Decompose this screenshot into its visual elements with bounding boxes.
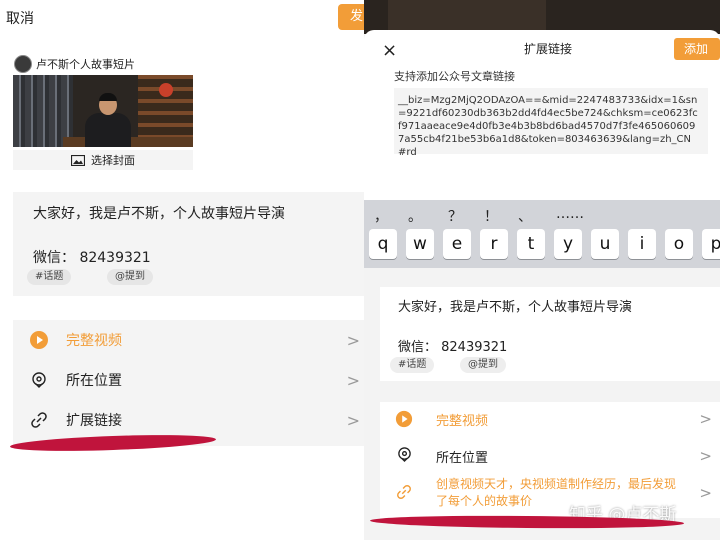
chevron-right-icon: > [699, 447, 712, 465]
location-label: 所在位置 [436, 451, 489, 466]
chevron-right-icon: > [699, 410, 712, 428]
background-video-strip [364, 0, 720, 34]
mention-tag-button[interactable]: @提到 [107, 269, 153, 285]
extended-link-row[interactable]: 扩展链接 > [13, 400, 364, 440]
key-ellipsis[interactable]: …… [556, 206, 584, 222]
key-u[interactable]: u [591, 229, 619, 259]
chevron-right-icon: > [699, 484, 712, 502]
play-icon [28, 330, 50, 350]
description-text: 大家好，我是卢不斯，个人故事短片导演 [398, 300, 633, 315]
location-icon [394, 447, 414, 462]
description-text: 大家好，我是卢不斯，个人故事短片导演 [33, 206, 285, 222]
wechat-text: 微信： 82439321 [33, 250, 151, 266]
keyboard: ， 。 ？ ！ 、 …… q w e r t y u i o p [364, 200, 720, 268]
topic-tag-button[interactable]: #话题 [390, 357, 435, 373]
chevron-right-icon: > [346, 410, 360, 430]
play-icon [394, 410, 414, 428]
key-y[interactable]: y [554, 229, 582, 259]
cancel-button[interactable]: 取消 [6, 8, 34, 28]
close-icon[interactable]: × [382, 40, 397, 61]
author-name: 卢不斯个人故事短片 [36, 58, 135, 71]
key-enum-comma[interactable]: 、 [518, 206, 532, 226]
select-cover-button[interactable]: 选择封面 [13, 150, 193, 170]
key-e[interactable]: e [443, 229, 471, 259]
key-q[interactable]: q [369, 229, 397, 259]
right-screen: × 扩展链接 添加 支持添加公众号文章链接 __biz=Mzg2MjQ2ODAz… [364, 0, 720, 540]
person-image-part [83, 93, 133, 147]
key-comma[interactable]: ， [374, 206, 388, 226]
sheet-title: 扩展链接 [524, 42, 573, 56]
location-label: 所在位置 [66, 373, 122, 389]
lamp-image-part [159, 83, 173, 97]
full-video-row[interactable]: 完整视频 > [380, 410, 720, 429]
link-icon [394, 484, 414, 500]
location-icon [28, 372, 50, 388]
key-o[interactable]: o [665, 229, 693, 259]
link-icon [28, 411, 50, 429]
full-video-label: 完整视频 [436, 414, 489, 429]
chevron-right-icon: > [346, 330, 360, 350]
publish-button[interactable]: 发 [338, 4, 364, 30]
link-input[interactable]: __biz=Mzg2MjQ2ODAzOA==&mid=2247483733&id… [394, 88, 708, 158]
location-row[interactable]: 所在位置 > [380, 447, 720, 466]
key-w[interactable]: w [406, 229, 434, 259]
wechat-text: 微信： 82439321 [398, 340, 508, 355]
select-cover-label: 选择封面 [91, 154, 135, 167]
key-exclaim[interactable]: ！ [484, 206, 498, 226]
key-p[interactable]: p [702, 229, 720, 259]
image-icon [71, 154, 85, 166]
add-button[interactable]: 添加 [674, 38, 720, 60]
chevron-right-icon: > [346, 370, 360, 390]
avatar [14, 55, 32, 73]
key-period[interactable]: 。 [408, 206, 422, 226]
left-screen: 取消 发 卢不斯个人故事短片 选择封面 大家好，我是卢不斯，个人故事短片导演 微… [0, 0, 364, 540]
mention-tag-button[interactable]: @提到 [460, 357, 506, 373]
full-video-label: 完整视频 [66, 333, 122, 349]
location-row[interactable]: 所在位置 > [13, 360, 364, 400]
key-t[interactable]: t [517, 229, 545, 259]
key-r[interactable]: r [480, 229, 508, 259]
link-hint-text: 支持添加公众号文章链接 [394, 70, 515, 83]
video-thumbnail[interactable] [13, 75, 193, 147]
key-i[interactable]: i [628, 229, 656, 259]
key-question[interactable]: ？ [448, 206, 462, 226]
full-video-row[interactable]: 完整视频 > [13, 320, 364, 360]
link-input-value: __biz=Mzg2MjQ2ODAzOA==&mid=2247483733&id… [398, 95, 698, 158]
topic-tag-button[interactable]: #话题 [27, 269, 72, 285]
extended-link-label: 扩展链接 [66, 413, 122, 429]
